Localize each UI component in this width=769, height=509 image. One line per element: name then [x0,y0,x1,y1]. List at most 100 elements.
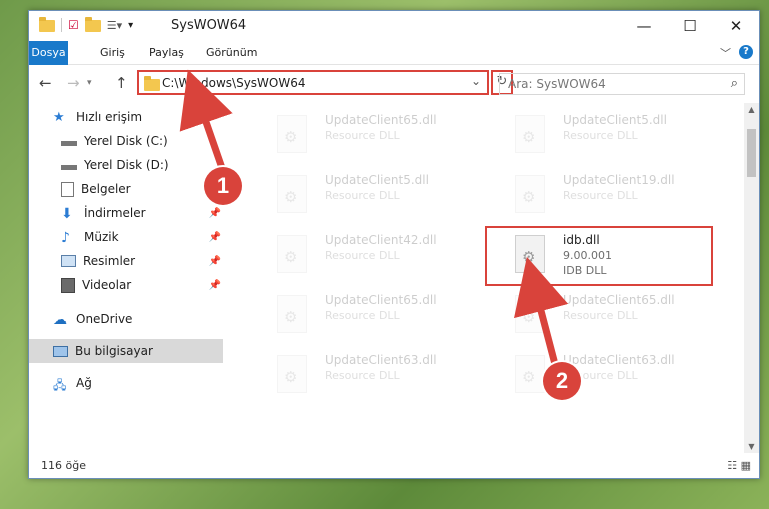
dll-file-icon [277,355,307,393]
window-title: SysWOW64 [171,18,247,33]
sidebar-item-onedrive[interactable]: ☁ OneDrive [29,307,223,331]
music-icon: ♪ [61,230,70,246]
file-item[interactable]: UpdateClient5.dll Resource DLL [489,109,709,163]
search-icon[interactable]: ⌕ [731,76,738,91]
chevron-down-icon[interactable]: ⌄ [471,74,481,88]
tab-home[interactable]: Giriş [91,41,134,64]
file-description: Resource DLL [325,129,400,142]
sidebar-item-network[interactable]: 🖧 Ağ [29,371,223,395]
dll-file-icon [515,295,545,333]
sidebar-item-videos[interactable]: Videolar 📌 [29,273,223,297]
sidebar-item-label: Resimler [83,254,136,268]
sidebar-item-local-disk-d[interactable]: Yerel Disk (D:) [29,153,223,177]
dropdown-icon[interactable]: ▾ [128,20,133,31]
file-item[interactable]: UpdateClient42.dll Resource DLL [251,229,471,283]
search-input[interactable]: Ara: SysWOW64 ⌕ [499,73,745,95]
drive-icon [61,140,77,146]
sidebar-item-label: Videolar [82,278,132,292]
dll-file-icon [277,175,307,213]
file-item[interactable]: UpdateClient19.dll Resource DLL [489,169,709,223]
sidebar-item-downloads[interactable]: ⬇ İndirmeler 📌 [29,201,223,225]
view-toggle-icons[interactable]: ☷ ▦ [727,459,751,472]
folder-icon [144,76,160,91]
sidebar-item-label: Hızlı erişim [76,110,143,124]
file-description: Resource DLL [325,189,400,202]
file-item[interactable]: UpdateClient65.dll Resource DLL [489,289,709,343]
address-bar[interactable]: C:\Windows\SysWOW64 ⌄ [137,70,489,95]
step-badge-2: 2 [543,362,581,400]
navigation-bar: ← → ▾ ↑ C:\Windows\SysWOW64 ⌄ ↻ Ara: Sys… [29,65,759,101]
address-path[interactable]: C:\Windows\SysWOW64 [162,76,306,90]
file-name: UpdateClient65.dll [563,293,675,307]
file-description: Resource DLL [325,369,400,382]
sidebar-item-label: Müzik [84,230,119,244]
new-folder-icon[interactable] [84,17,101,32]
close-button[interactable]: ✕ [713,11,759,41]
tab-share[interactable]: Paylaş [140,41,193,64]
divider [61,18,62,32]
network-icon: 🖧 [53,378,67,392]
sidebar-item-label: Bu bilgisayar [75,344,153,358]
sidebar-item-label: OneDrive [76,312,133,326]
expand-ribbon-icon[interactable]: ﹀ [720,45,731,61]
file-item[interactable]: UpdateClient63.dll Resource DLL [489,349,709,403]
up-button[interactable]: ↑ [115,74,128,92]
dll-file-icon [277,295,307,333]
pin-icon[interactable]: 📌 [209,232,221,243]
pin-icon[interactable]: 📌 [209,208,221,219]
tab-view[interactable]: Görünüm [197,41,266,64]
scrollbar-thumb[interactable] [747,129,756,177]
dll-file-icon [515,115,545,153]
document-icon [61,181,74,197]
video-icon [61,277,75,293]
star-icon: ★ [53,110,65,125]
file-name: UpdateClient65.dll [325,113,437,127]
sidebar-item-local-disk-c[interactable]: Yerel Disk (C:) [29,129,223,153]
cloud-icon: ☁ [53,312,67,328]
scroll-up-icon[interactable]: ▲ [744,105,759,114]
sidebar-item-label: Yerel Disk (C:) [84,134,168,148]
back-button[interactable]: ← [39,74,52,92]
file-name: UpdateClient63.dll [325,353,437,367]
sidebar-item-this-pc[interactable]: Bu bilgisayar [29,339,223,363]
sidebar-item-music[interactable]: ♪ Müzik 📌 [29,225,223,249]
file-item[interactable]: UpdateClient65.dll Resource DLL [251,289,471,343]
file-name: UpdateClient5.dll [325,173,429,187]
file-item[interactable]: UpdateClient65.dll Resource DLL [251,109,471,163]
sidebar-item-documents[interactable]: Belgeler [29,177,223,201]
minimize-button[interactable]: — [621,11,667,41]
pictures-icon [61,255,76,267]
vertical-scrollbar[interactable]: ▲ ▼ [744,103,759,453]
dll-file-icon [515,175,545,213]
sidebar-item-quick-access[interactable]: ★ Hızlı erişim [29,105,223,129]
sidebar-item-pictures[interactable]: Resimler 📌 [29,249,223,273]
file-description: Resource DLL [563,189,638,202]
recent-locations-icon[interactable]: ▾ [87,78,92,88]
dll-file-icon [277,115,307,153]
status-bar: 116 öğe ☷ ▦ [29,454,759,478]
scroll-down-icon[interactable]: ▼ [744,442,759,451]
sidebar-item-label: Ağ [76,376,92,390]
file-name: UpdateClient5.dll [563,113,667,127]
file-item[interactable]: UpdateClient5.dll Resource DLL [251,169,471,223]
navigation-pane: ★ Hızlı erişim Yerel Disk (C:) Yerel Dis… [29,103,223,453]
pin-icon[interactable]: 📌 [209,256,221,267]
quick-access-toolbar: ☑ ☰▾ ▾ [39,17,133,32]
pin-icon[interactable]: 📌 [209,280,221,291]
drive-icon [61,164,77,170]
file-description: Resource DLL [563,129,638,142]
maximize-button[interactable]: ☐ [667,11,713,41]
title-bar: ☑ ☰▾ ▾ SysWOW64 — ☐ ✕ [29,11,759,41]
highlight-box [485,226,713,286]
item-count: 116 öğe [41,459,86,472]
download-icon: ⬇ [61,206,73,222]
dll-file-icon [515,355,545,393]
properties-icon[interactable]: ☑ [68,18,79,32]
computer-icon [53,345,68,357]
file-name: UpdateClient19.dll [563,173,675,187]
help-icon[interactable]: ? [739,45,753,59]
search-placeholder: Ara: SysWOW64 [508,77,606,91]
forward-button[interactable]: → [67,74,80,92]
customize-icon[interactable]: ☰▾ [107,19,122,32]
file-item[interactable]: UpdateClient63.dll Resource DLL [251,349,471,403]
